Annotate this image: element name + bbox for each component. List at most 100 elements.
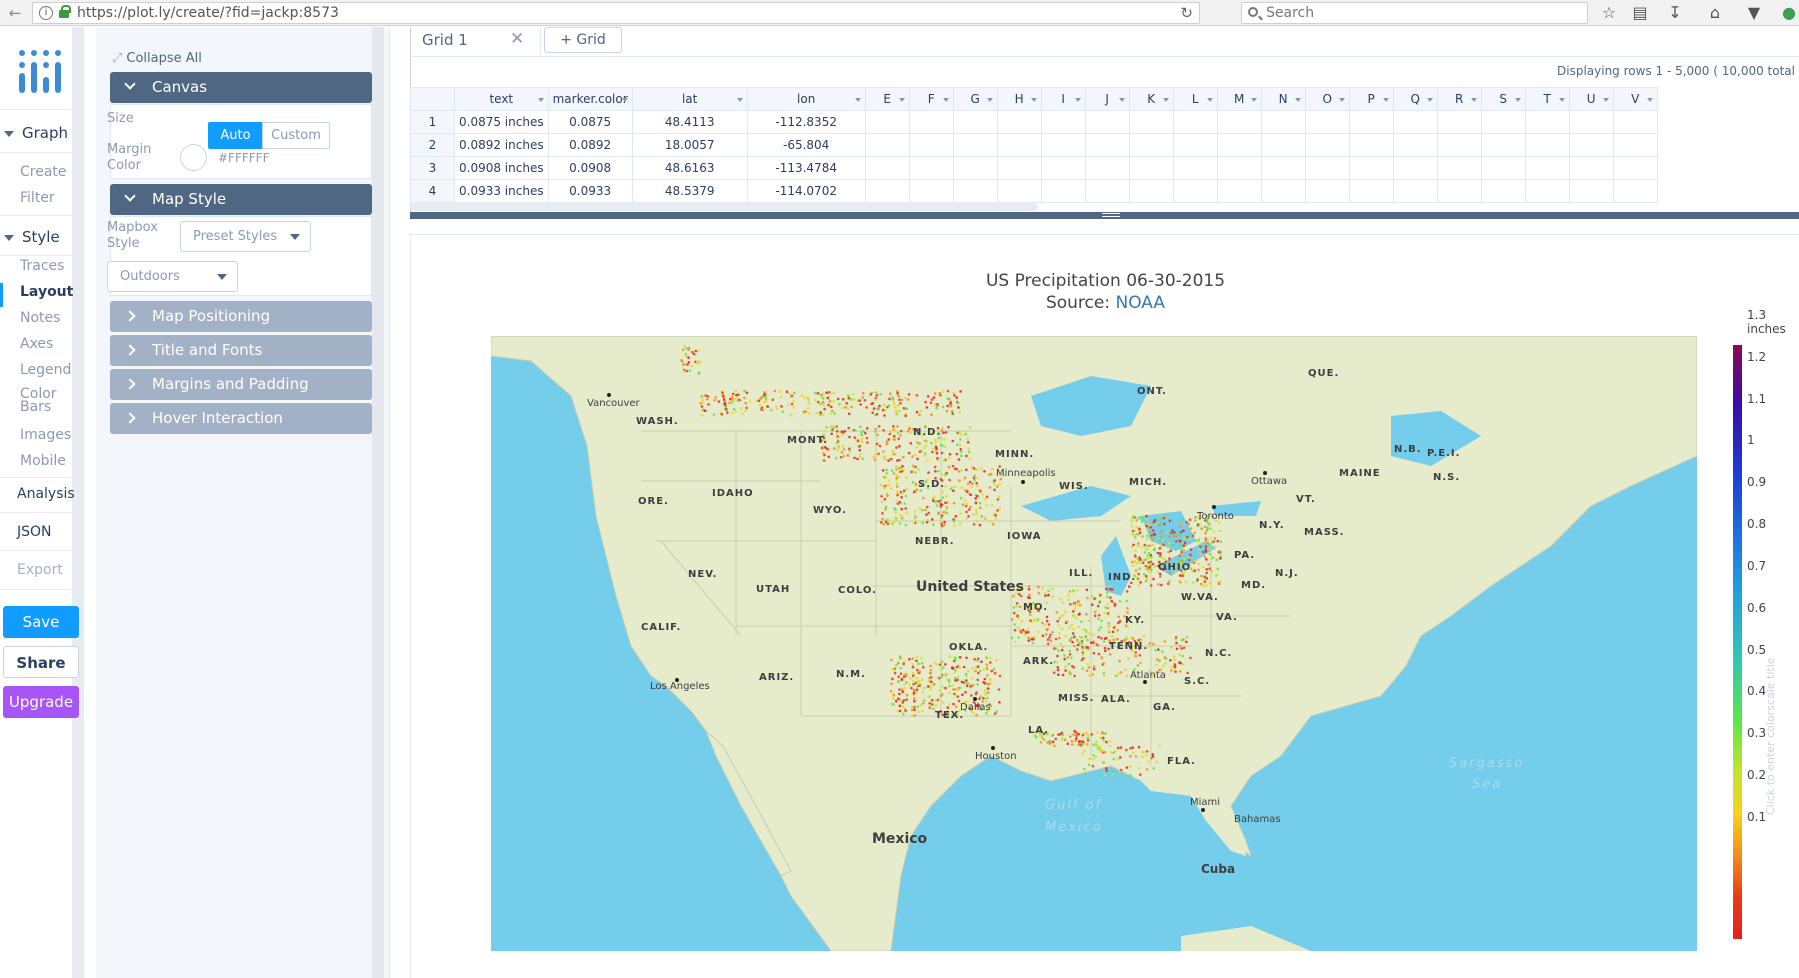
precip-marker[interactable] [1161, 650, 1164, 653]
caret-down-icon[interactable] [1646, 98, 1653, 102]
precip-marker[interactable] [1066, 742, 1070, 746]
precip-marker[interactable] [893, 438, 896, 441]
column-header[interactable]: R [1436, 87, 1482, 111]
precip-marker[interactable] [892, 402, 896, 406]
precip-marker[interactable] [1164, 661, 1167, 665]
precip-marker[interactable] [945, 471, 949, 475]
precip-marker[interactable] [875, 393, 879, 397]
precip-marker[interactable] [850, 398, 854, 401]
precip-marker[interactable] [1135, 562, 1138, 565]
precip-marker[interactable] [1086, 638, 1089, 642]
precip-marker[interactable] [946, 706, 950, 709]
precip-marker[interactable] [949, 404, 953, 408]
precip-marker[interactable] [1145, 750, 1149, 753]
precip-marker[interactable] [1077, 641, 1081, 645]
precip-marker[interactable] [1157, 648, 1160, 651]
precip-marker[interactable] [830, 432, 833, 436]
precip-marker[interactable] [780, 405, 783, 408]
precip-marker[interactable] [731, 412, 734, 415]
precip-marker[interactable] [803, 396, 806, 400]
precip-marker[interactable] [959, 448, 963, 451]
precip-marker[interactable] [1084, 613, 1088, 616]
precip-marker[interactable] [1138, 529, 1141, 532]
precip-marker[interactable] [907, 426, 911, 429]
add-grid-button[interactable]: + Grid [544, 27, 622, 53]
precip-marker[interactable] [986, 674, 989, 677]
precip-marker[interactable] [1171, 529, 1174, 532]
precip-marker[interactable] [886, 522, 890, 526]
precip-marker[interactable] [734, 390, 738, 393]
precip-marker[interactable] [1075, 737, 1078, 740]
precip-marker[interactable] [883, 409, 887, 412]
precip-marker[interactable] [1136, 664, 1140, 667]
precip-marker[interactable] [902, 489, 906, 493]
precip-marker[interactable] [1014, 640, 1017, 643]
precip-marker[interactable] [790, 402, 794, 406]
precip-marker[interactable] [1058, 616, 1061, 620]
precip-marker[interactable] [1051, 631, 1054, 634]
precip-marker[interactable] [859, 403, 862, 406]
precip-marker[interactable] [1096, 644, 1100, 647]
precip-marker[interactable] [1158, 539, 1162, 542]
precip-marker[interactable] [1077, 740, 1081, 743]
precip-marker[interactable] [1134, 654, 1138, 658]
precip-marker[interactable] [1110, 599, 1113, 603]
precip-marker[interactable] [845, 401, 848, 405]
reload-icon[interactable]: ↻ [1180, 4, 1193, 22]
precip-marker[interactable] [1203, 577, 1206, 581]
precip-marker[interactable] [915, 659, 918, 663]
grid-cell[interactable] [996, 179, 1042, 203]
precip-marker[interactable] [1159, 515, 1162, 518]
precip-marker[interactable] [983, 677, 987, 681]
precip-marker[interactable] [864, 431, 867, 435]
caret-down-icon[interactable] [1558, 98, 1565, 102]
precip-marker[interactable] [860, 437, 864, 441]
precip-marker[interactable] [902, 662, 905, 666]
precip-marker[interactable] [903, 683, 906, 686]
precip-marker[interactable] [1076, 589, 1080, 592]
precip-marker[interactable] [1118, 600, 1122, 603]
precip-marker[interactable] [726, 411, 729, 415]
precip-marker[interactable] [1113, 604, 1117, 607]
precip-marker[interactable] [1012, 606, 1016, 609]
precip-marker[interactable] [1141, 561, 1145, 565]
precip-marker[interactable] [1170, 646, 1173, 649]
precip-marker[interactable] [936, 676, 940, 679]
precip-marker[interactable] [1132, 564, 1135, 568]
grid-cell[interactable] [1040, 110, 1086, 134]
precip-marker[interactable] [848, 435, 851, 439]
precip-marker[interactable] [947, 680, 951, 683]
grid-cell[interactable] [1568, 179, 1614, 203]
precip-marker[interactable] [896, 697, 900, 700]
precip-marker[interactable] [976, 468, 979, 471]
precip-marker[interactable] [1203, 525, 1207, 529]
precip-marker[interactable] [993, 712, 997, 715]
precip-marker[interactable] [1067, 598, 1070, 601]
precip-marker[interactable] [889, 430, 893, 433]
precip-marker[interactable] [1189, 553, 1192, 557]
precip-marker[interactable] [1058, 636, 1061, 640]
caret-down-icon[interactable] [1206, 98, 1213, 102]
precip-marker[interactable] [853, 398, 856, 401]
precip-marker[interactable] [899, 666, 903, 670]
precip-marker[interactable] [1136, 532, 1139, 536]
precip-marker[interactable] [730, 397, 734, 401]
precip-marker[interactable] [919, 409, 922, 413]
precip-marker[interactable] [1072, 602, 1075, 605]
precip-marker[interactable] [896, 493, 899, 497]
precip-marker[interactable] [948, 691, 951, 695]
precip-marker[interactable] [899, 672, 903, 675]
grid-cell[interactable] [1128, 156, 1174, 180]
precip-marker[interactable] [1149, 526, 1152, 529]
upgrade-button[interactable]: Upgrade [3, 686, 79, 718]
precip-marker[interactable] [976, 678, 979, 682]
precip-marker[interactable] [847, 397, 851, 400]
precip-marker[interactable] [862, 429, 865, 433]
precip-marker[interactable] [1045, 619, 1049, 623]
precip-marker[interactable] [1184, 580, 1188, 583]
precip-marker[interactable] [998, 674, 1002, 678]
grid-cell[interactable] [864, 133, 910, 157]
precip-marker[interactable] [932, 396, 936, 399]
caret-down-icon[interactable] [1250, 98, 1257, 102]
caret-down-icon[interactable] [736, 98, 743, 102]
